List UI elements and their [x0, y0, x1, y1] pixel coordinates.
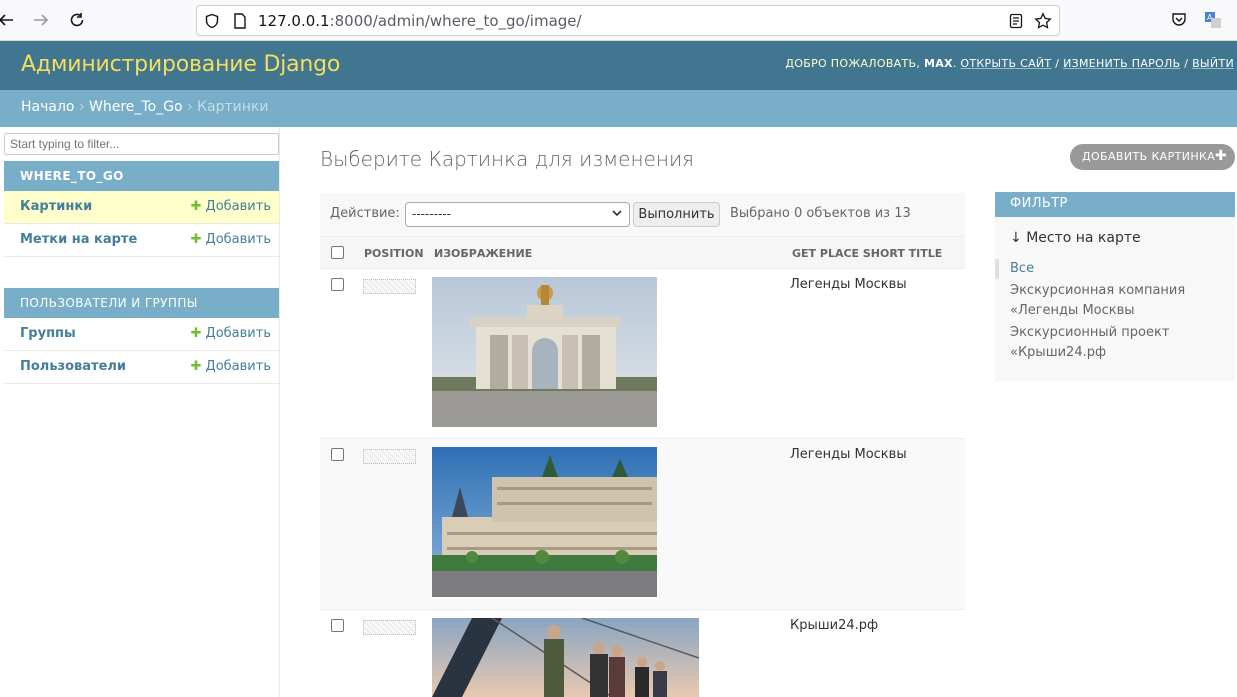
changelist-filter: Фильтр ↓ Место на карте Все Экскурсионна… — [995, 192, 1235, 382]
add-link[interactable]: ✚ Добавить — [191, 232, 271, 247]
url-host: 127.0.0.1 — [258, 12, 330, 30]
select-all-checkbox[interactable] — [331, 246, 344, 259]
column-header-image[interactable]: Изображение — [434, 247, 532, 260]
image-thumbnail[interactable] — [432, 447, 657, 597]
plus-icon: ✚ — [190, 326, 202, 341]
column-header-title[interactable]: Get place short title — [792, 247, 942, 260]
url-path: :8000/admin/where_to_go/image/ — [329, 12, 582, 30]
arrow-down-icon: ↓ — [1010, 230, 1022, 246]
add-link[interactable]: ✚ Добавить — [191, 359, 271, 374]
model-link[interactable]: Группы — [20, 326, 76, 341]
filter-option-all[interactable]: Все — [1010, 259, 1230, 279]
breadcrumb-home[interactable]: Начало — [21, 99, 74, 115]
selection-counter: Выбрано 0 объектов из 13 — [730, 206, 911, 221]
plus-icon: ✚ — [190, 359, 202, 374]
place-title: Крыши24.рф — [790, 618, 879, 633]
add-link-label: Добавить — [205, 326, 271, 341]
welcome-text: Добро пожаловать, — [785, 57, 921, 70]
sidebar-item-groups: Группы ✚ Добавить — [4, 318, 279, 351]
username: MAX — [923, 57, 953, 70]
place-title: Легенды Москвы — [790, 277, 907, 292]
chevron-down-icon — [611, 206, 623, 223]
plus-icon: ✚ — [190, 232, 202, 247]
site-header: Администрирование Django Добро пожаловат… — [0, 41, 1237, 90]
filter-option[interactable]: Экскурсионная компания «Легенды Москвы — [1010, 281, 1230, 321]
shield-icon[interactable] — [203, 12, 221, 30]
plus-icon: ✚ — [190, 199, 202, 214]
filter-heading-label: Место на карте — [1026, 230, 1141, 246]
add-link[interactable]: ✚ Добавить — [191, 326, 271, 341]
filter-heading[interactable]: ↓ Место на карте — [1010, 230, 1141, 246]
bookmark-star-icon[interactable] — [1034, 12, 1052, 30]
change-password-link[interactable]: Изменить пароль — [1063, 57, 1180, 70]
sidebar-filter-input[interactable] — [4, 133, 279, 155]
user-tools: Добро пожаловать, MAX. Открыть сайт / Из… — [785, 57, 1234, 70]
address-bar[interactable]: 127.0.0.1:8000/admin/where_to_go/image/ — [196, 5, 1060, 36]
position-drag-handle[interactable] — [363, 620, 416, 635]
sidebar-item-images: Картинки ✚ Добавить — [4, 191, 279, 224]
row-checkbox[interactable] — [331, 448, 344, 461]
reader-view-icon[interactable] — [1007, 12, 1025, 30]
breadcrumb-current: Картинки — [197, 99, 269, 115]
forward-icon[interactable] — [29, 8, 53, 32]
view-site-link[interactable]: Открыть сайт — [960, 57, 1051, 70]
position-drag-handle[interactable] — [363, 449, 416, 464]
add-link-label: Добавить — [205, 232, 271, 247]
run-action-button[interactable]: Выполнить — [633, 202, 720, 227]
sidebar-item-users: Пользователи ✚ Добавить — [4, 351, 279, 384]
model-link[interactable]: Метки на карте — [20, 232, 137, 247]
filter-option[interactable]: Экскурсионный проект «Крыши24.рф — [1010, 323, 1230, 363]
place-title: Легенды Москвы — [790, 447, 907, 462]
app-where-to-go: Where_To_Go Картинки ✚ Добавить Метки на … — [4, 161, 279, 257]
action-select-value: --------- — [412, 207, 451, 221]
model-link[interactable]: Картинки — [20, 199, 92, 214]
filter-caption: Фильтр — [995, 192, 1235, 217]
column-header-position[interactable]: Position — [364, 247, 424, 260]
breadcrumb-app[interactable]: Where_To_Go — [89, 99, 183, 115]
reload-icon[interactable] — [65, 8, 89, 32]
add-link-label: Добавить — [205, 199, 271, 214]
logout-link[interactable]: Выйти — [1192, 57, 1234, 70]
url-text[interactable]: 127.0.0.1:8000/admin/where_to_go/image/ — [258, 12, 582, 30]
app-caption[interactable]: Пользователи и группы — [4, 288, 279, 318]
app-caption[interactable]: Where_To_Go — [4, 161, 279, 191]
table-row: Легенды Москвы — [320, 439, 965, 610]
page-title: Выберите Картинка для изменения — [320, 147, 694, 171]
actions-label: Действие: — [330, 206, 400, 221]
position-drag-handle[interactable] — [363, 279, 416, 294]
image-thumbnail[interactable] — [432, 277, 657, 427]
nav-sidebar: Where_To_Go Картинки ✚Добавить Метки на … — [0, 127, 280, 697]
plus-icon: ✚ — [1214, 148, 1227, 164]
row-checkbox[interactable] — [331, 278, 344, 291]
row-checkbox[interactable] — [331, 619, 344, 632]
breadcrumb: Начало › Where_To_Go › Картинки — [0, 90, 1237, 127]
table-row: Крыши24.рф — [320, 610, 965, 697]
sidebar-item-places: Метки на карте ✚ Добавить — [4, 224, 279, 257]
page-icon[interactable] — [231, 12, 249, 30]
browser-toolbar: 127.0.0.1:8000/admin/where_to_go/image/ … — [0, 0, 1237, 41]
action-select[interactable]: --------- — [405, 202, 630, 227]
add-link[interactable]: ✚ Добавить — [191, 199, 271, 214]
table-row: Легенды Москвы — [320, 269, 965, 439]
pocket-icon[interactable] — [1167, 8, 1191, 32]
table-header: Position Изображение Get place short tit… — [320, 236, 965, 269]
model-link[interactable]: Пользователи — [20, 359, 126, 374]
add-link-label: Добавить — [205, 359, 271, 374]
breadcrumb-separator: › — [78, 99, 85, 115]
add-image-button[interactable]: Добавить Картинка ✚ — [1070, 144, 1235, 170]
translate-extension-icon[interactable]: A — [1201, 8, 1225, 32]
actions-bar: Действие: --------- Выполнить Выбрано 0 … — [320, 193, 965, 236]
back-icon[interactable] — [0, 8, 18, 32]
app-auth: Пользователи и группы Группы ✚ Добавить П… — [4, 288, 279, 384]
site-branding[interactable]: Администрирование Django — [21, 52, 340, 77]
breadcrumb-separator: › — [187, 99, 193, 115]
image-thumbnail[interactable] — [432, 618, 699, 697]
selected-indicator — [995, 259, 999, 279]
add-image-button-label: Добавить Картинка — [1082, 150, 1216, 163]
